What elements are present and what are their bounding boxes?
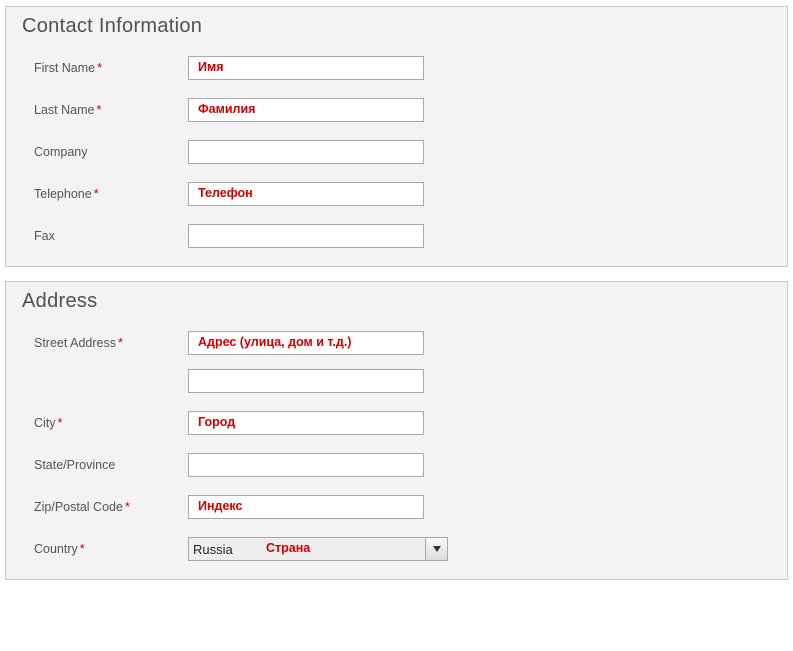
country-label: Country*: [22, 542, 188, 556]
city-input[interactable]: [188, 411, 424, 435]
telephone-row: Telephone* Телефон: [22, 182, 771, 206]
last-name-label: Last Name*: [22, 103, 188, 117]
first-name-input[interactable]: [188, 56, 424, 80]
required-marker: *: [118, 336, 123, 350]
last-name-input[interactable]: [188, 98, 424, 122]
first-name-label: First Name*: [22, 61, 188, 75]
city-label: City*: [22, 416, 188, 430]
required-marker: *: [58, 416, 63, 430]
fax-row: Fax: [22, 224, 771, 248]
required-marker: *: [94, 187, 99, 201]
country-select[interactable]: Russia: [188, 537, 448, 561]
contact-information-fieldset: Contact Information First Name* Имя Last…: [5, 6, 788, 267]
company-row: Company: [22, 140, 771, 164]
telephone-label: Telephone*: [22, 187, 188, 201]
required-marker: *: [97, 61, 102, 75]
state-row: State/Province: [22, 453, 771, 477]
last-name-row: Last Name* Фамилия: [22, 98, 771, 122]
fax-input[interactable]: [188, 224, 424, 248]
company-input[interactable]: [188, 140, 424, 164]
contact-legend: Contact Information: [22, 15, 771, 38]
company-label: Company: [22, 145, 188, 159]
zip-input[interactable]: [188, 495, 424, 519]
country-row: Country* Russia Страна: [22, 537, 771, 561]
address-fieldset: Address Street Address* Адрес (улица, до…: [5, 281, 788, 580]
street-address-label: Street Address*: [22, 336, 188, 350]
city-row: City* Город: [22, 411, 771, 435]
address-legend: Address: [22, 290, 771, 313]
fax-label: Fax: [22, 229, 188, 243]
required-marker: *: [80, 542, 85, 556]
zip-label: Zip/Postal Code*: [22, 500, 188, 514]
street-address-input[interactable]: [188, 331, 424, 355]
street-address-row: Street Address* Адрес (улица, дом и т.д.…: [22, 331, 771, 355]
telephone-input[interactable]: [188, 182, 424, 206]
first-name-row: First Name* Имя: [22, 56, 771, 80]
street-address-2-row: [22, 369, 771, 393]
state-input[interactable]: [188, 453, 424, 477]
zip-row: Zip/Postal Code* Индекс: [22, 495, 771, 519]
required-marker: *: [125, 500, 130, 514]
state-label: State/Province: [22, 458, 188, 472]
street-address-2-input[interactable]: [188, 369, 424, 393]
required-marker: *: [96, 103, 101, 117]
